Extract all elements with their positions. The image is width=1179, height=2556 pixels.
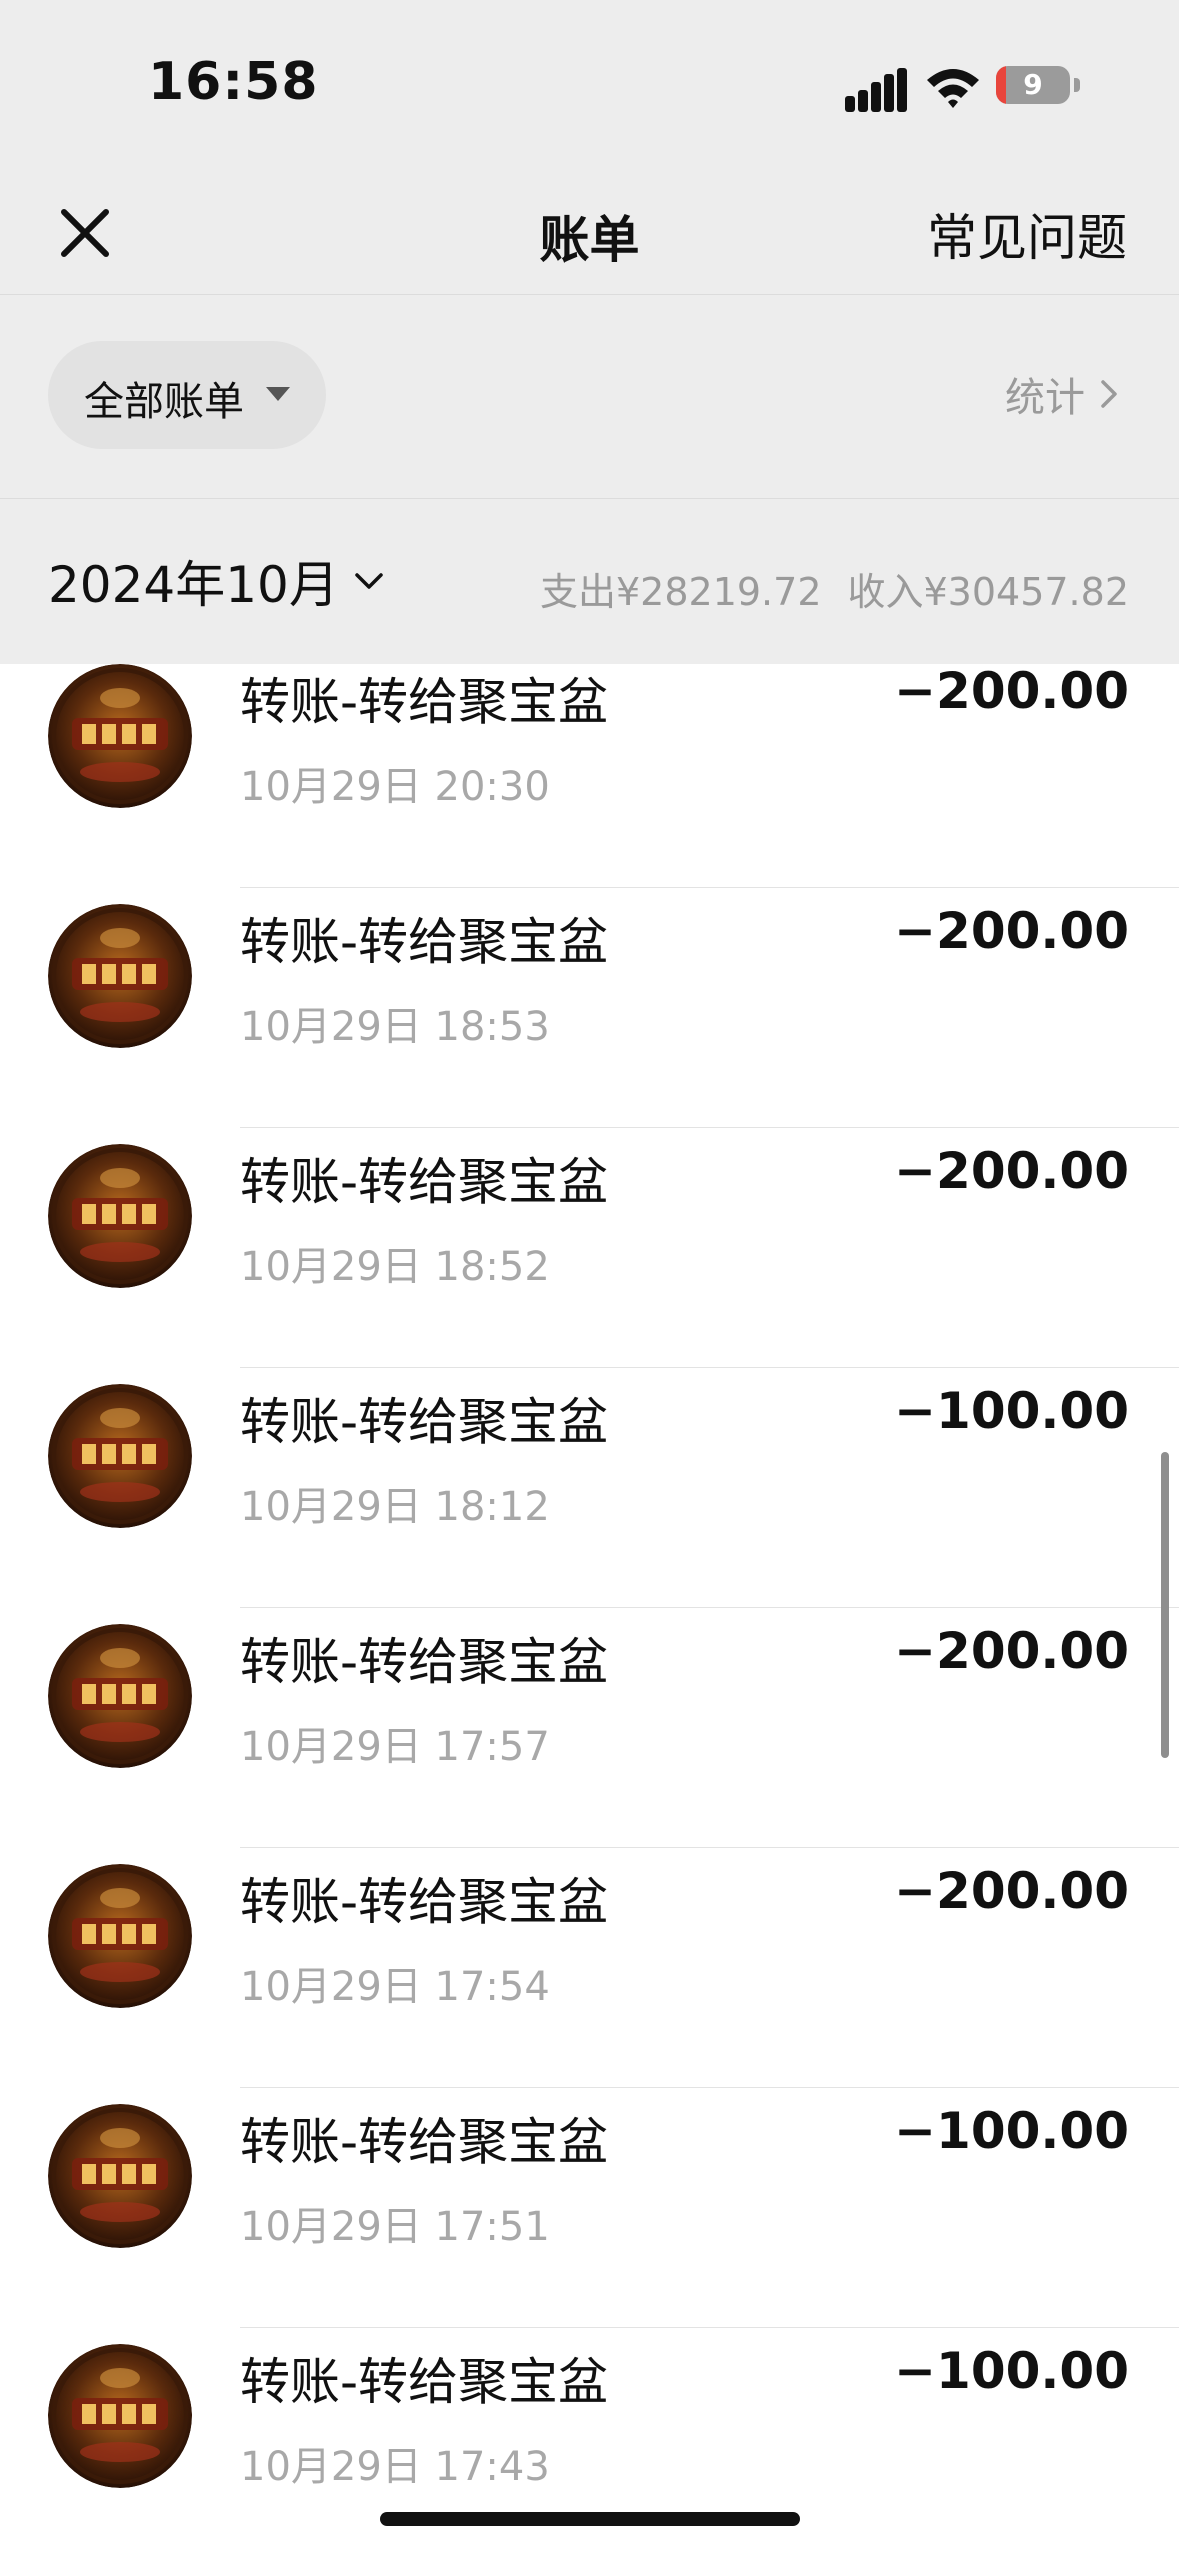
scrollbar[interactable] <box>1161 1452 1169 1758</box>
transaction-time: 10月29日 17:51 <box>240 2204 550 2250</box>
chevron-right-icon <box>1101 380 1117 408</box>
month-picker[interactable]: 2024年10月 <box>48 549 389 614</box>
transaction-row[interactable]: 转账-转给聚宝盆 10月29日 20:30 −200.00 <box>0 664 1179 888</box>
transaction-time: 10月29日 17:57 <box>240 1724 550 1770</box>
merchant-avatar <box>48 2104 192 2248</box>
merchant-avatar <box>48 1384 192 1528</box>
chevron-down-icon <box>355 573 383 589</box>
transaction-title: 转账-转给聚宝盆 <box>240 1873 609 1931</box>
transaction-amount: −200.00 <box>894 1862 1129 1920</box>
cellular-signal-icon <box>845 68 907 112</box>
month-bar: 2024年10月 支出¥28219.72 收入¥30457.82 <box>0 499 1179 664</box>
filter-bar: 全部账单 统计 <box>0 295 1179 499</box>
transaction-amount: −200.00 <box>894 664 1129 720</box>
battery-level: 9 <box>1023 68 1043 101</box>
merchant-avatar <box>48 664 192 808</box>
transaction-amount: −100.00 <box>894 1382 1129 1440</box>
close-icon[interactable] <box>50 198 120 268</box>
transaction-title: 转账-转给聚宝盆 <box>240 1153 609 1211</box>
nav-bar: 账单 常见问题 <box>0 170 1179 295</box>
transaction-row[interactable]: 转账-转给聚宝盆 10月29日 18:52 −200.00 <box>0 1128 1179 1368</box>
transaction-amount: −200.00 <box>894 1142 1129 1200</box>
transaction-row[interactable]: 转账-转给聚宝盆 10月29日 18:53 −200.00 <box>0 888 1179 1128</box>
expense-total: 支出¥28219.72 <box>540 570 822 614</box>
transaction-time: 10月29日 18:12 <box>240 1484 550 1530</box>
income-total: 收入¥30457.82 <box>847 570 1130 614</box>
status-bar: 16:58 9 <box>0 0 1179 170</box>
status-time: 16:58 <box>148 52 319 112</box>
transaction-title: 转账-转给聚宝盆 <box>240 2113 609 2171</box>
transaction-title: 转账-转给聚宝盆 <box>240 673 609 731</box>
stats-label: 统计 <box>1005 375 1085 421</box>
merchant-avatar <box>48 904 192 1048</box>
merchant-avatar <box>48 1624 192 1768</box>
transaction-amount: −100.00 <box>894 2102 1129 2160</box>
battery-icon: 9 <box>996 64 1082 108</box>
transaction-row[interactable]: 转账-转给聚宝盆 10月29日 18:12 −100.00 <box>0 1368 1179 1608</box>
faq-link[interactable]: 常见问题 <box>927 198 1127 270</box>
transaction-time: 10月29日 18:53 <box>240 1004 550 1050</box>
stats-link[interactable]: 统计 <box>1005 365 1129 423</box>
wifi-icon <box>927 69 979 108</box>
merchant-avatar <box>48 2344 192 2488</box>
merchant-avatar <box>48 1144 192 1288</box>
transaction-row[interactable]: 转账-转给聚宝盆 10月29日 17:54 −200.00 <box>0 1848 1179 2088</box>
bill-filter-label: 全部账单 <box>84 379 244 425</box>
transaction-title: 转账-转给聚宝盆 <box>240 1633 609 1691</box>
month-label: 2024年10月 <box>48 556 339 614</box>
transaction-title: 转账-转给聚宝盆 <box>240 1393 609 1451</box>
merchant-avatar <box>48 1864 192 2008</box>
caret-down-icon <box>266 387 290 401</box>
transaction-time: 10月29日 18:52 <box>240 1244 550 1290</box>
month-summary: 支出¥28219.72 收入¥30457.82 <box>540 561 1129 616</box>
transaction-row[interactable]: 转账-转给聚宝盆 10月29日 17:51 −100.00 <box>0 2088 1179 2328</box>
transaction-time: 10月29日 20:30 <box>240 764 550 810</box>
transaction-list: 转账-转给聚宝盆 10月29日 20:30 −200.00 转账-转给聚宝盆 10月29… <box>0 664 1179 2556</box>
transaction-time: 10月29日 17:54 <box>240 1964 550 2010</box>
transaction-amount: −200.00 <box>894 902 1129 960</box>
transaction-title: 转账-转给聚宝盆 <box>240 2353 609 2411</box>
transaction-row[interactable]: 转账-转给聚宝盆 10月29日 17:57 −200.00 <box>0 1608 1179 1848</box>
home-indicator[interactable] <box>380 2512 800 2526</box>
transaction-time: 10月29日 17:43 <box>240 2444 550 2490</box>
transaction-title: 转账-转给聚宝盆 <box>240 913 609 971</box>
transaction-amount: −200.00 <box>894 1622 1129 1680</box>
transaction-amount: −100.00 <box>894 2342 1129 2400</box>
bill-filter-button[interactable]: 全部账单 <box>48 341 326 449</box>
